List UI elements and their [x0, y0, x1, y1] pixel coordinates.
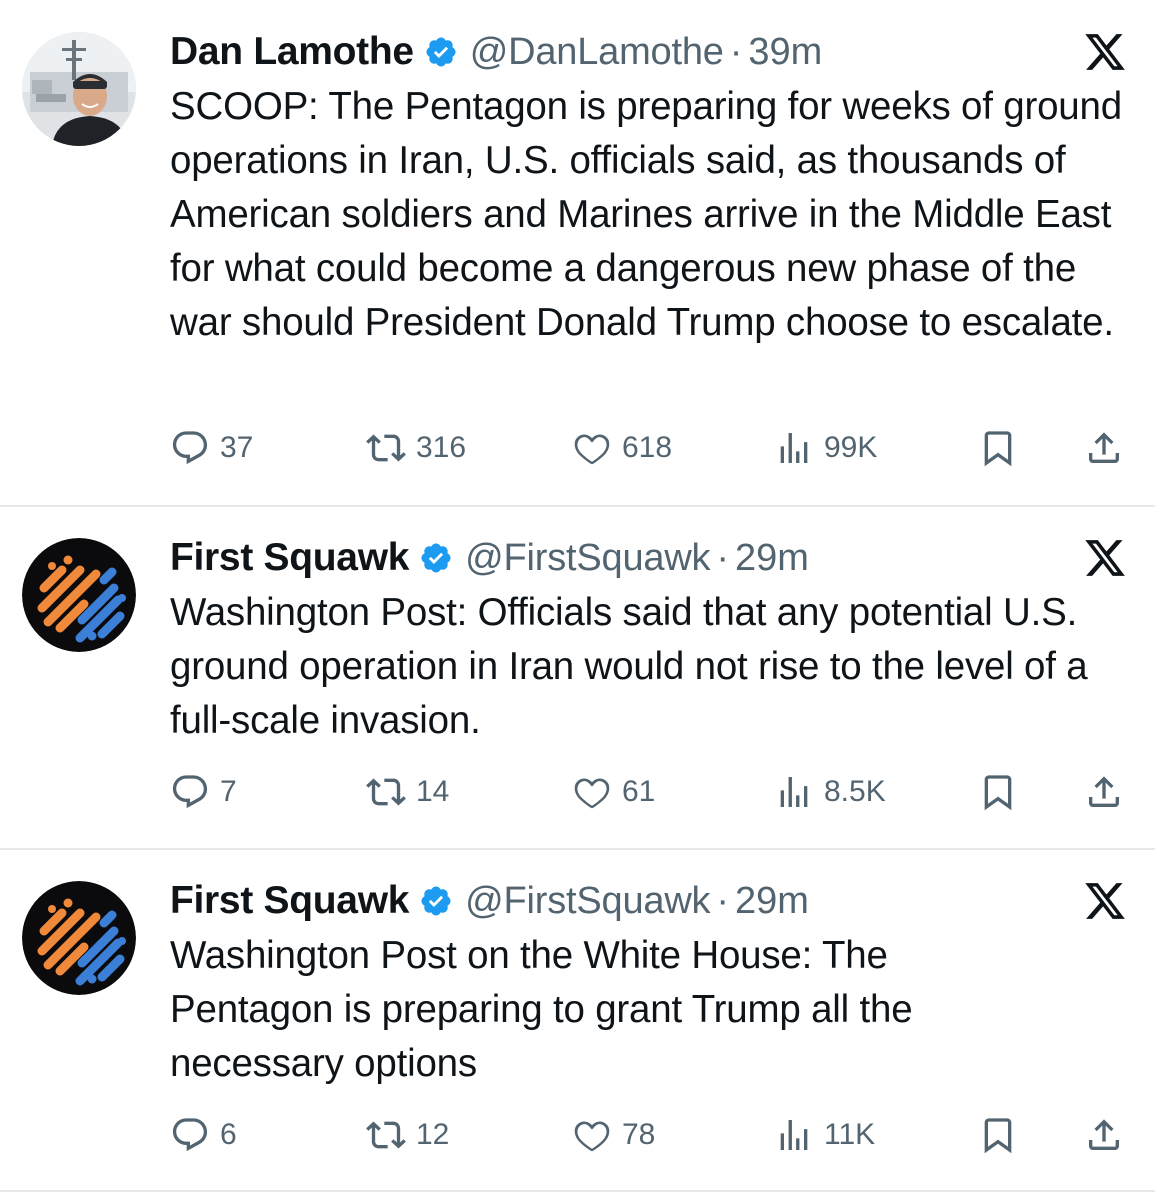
reply-icon	[172, 775, 208, 809]
share-icon	[1089, 1119, 1119, 1150]
bookmark-icon	[984, 775, 1012, 811]
reply-icon	[172, 1118, 208, 1152]
separator-dot: ·	[729, 30, 743, 73]
tweet-header: Dan Lamothe @DanLamothe · 39m	[170, 26, 822, 78]
tweet-text: SCOOP: The Pentagon is preparing for wee…	[170, 85, 1122, 344]
repost-count: 12	[416, 1118, 450, 1151]
display-name[interactable]: First Squawk	[170, 879, 409, 923]
like-button[interactable]: 618	[572, 428, 672, 468]
avatar[interactable]	[22, 881, 136, 995]
tweet-card[interactable]: First Squawk @FirstSquawk · 29m Washingt…	[0, 532, 1155, 822]
share-button[interactable]	[1084, 428, 1124, 468]
bookmark-button[interactable]	[978, 1115, 1018, 1155]
heart-icon	[574, 1121, 610, 1152]
reply-count: 7	[220, 775, 237, 808]
like-count: 61	[622, 775, 656, 808]
tweet-actions: 37 316 618 99K	[170, 428, 1130, 468]
divider	[0, 505, 1155, 507]
share-icon	[1089, 432, 1119, 463]
handle[interactable]: @FirstSquawk	[465, 537, 710, 580]
divider	[0, 1190, 1155, 1192]
timestamp[interactable]: 39m	[748, 31, 822, 74]
handle[interactable]: @FirstSquawk	[465, 880, 710, 923]
views-icon	[780, 777, 808, 807]
reply-button[interactable]: 7	[170, 772, 237, 812]
reply-button[interactable]: 6	[170, 1115, 237, 1155]
tweet-card[interactable]: Dan Lamothe @DanLamothe · 39m SCOOP: The…	[0, 26, 1155, 476]
repost-icon	[366, 434, 406, 462]
separator-dot: ·	[716, 879, 730, 922]
reply-icon	[172, 431, 208, 465]
x-logo-icon	[1085, 34, 1125, 70]
repost-button[interactable]: 12	[366, 1115, 449, 1155]
display-name[interactable]: Dan Lamothe	[170, 30, 414, 74]
repost-button[interactable]: 14	[366, 772, 449, 812]
views-icon	[780, 1120, 808, 1150]
repost-icon	[366, 1121, 406, 1149]
timestamp[interactable]: 29m	[735, 537, 809, 580]
bookmark-button[interactable]	[978, 428, 1018, 468]
timestamp[interactable]: 29m	[735, 880, 809, 923]
repost-button[interactable]: 316	[366, 428, 466, 468]
reply-count: 6	[220, 1118, 237, 1151]
views-button[interactable]: 99K	[774, 428, 877, 468]
tweet-header: First Squawk @FirstSquawk · 29m	[170, 875, 809, 927]
verified-badge-icon	[421, 543, 451, 573]
display-name[interactable]: First Squawk	[170, 536, 409, 580]
divider	[0, 848, 1155, 850]
views-count: 11K	[824, 1118, 876, 1151]
avatar[interactable]	[22, 32, 136, 146]
bookmark-icon	[984, 1118, 1012, 1154]
bookmark-button[interactable]	[978, 772, 1018, 812]
repost-icon	[366, 778, 406, 806]
verified-badge-icon	[421, 886, 451, 916]
like-button[interactable]: 78	[572, 1115, 655, 1155]
like-count: 618	[622, 431, 673, 464]
views-button[interactable]: 11K	[774, 1115, 875, 1155]
tweet-header: First Squawk @FirstSquawk · 29m	[170, 532, 809, 584]
separator-dot: ·	[716, 536, 730, 579]
tweet-text: Washington Post on the White House: The …	[170, 934, 913, 1085]
tweet-actions: 6 12 78 11K	[170, 1115, 1130, 1155]
share-icon	[1089, 776, 1119, 807]
x-logo-icon	[1085, 883, 1125, 919]
verified-badge-icon	[426, 37, 456, 67]
repost-count: 316	[416, 431, 467, 464]
share-button[interactable]	[1084, 1115, 1124, 1155]
bookmark-icon	[984, 431, 1012, 467]
views-count: 99K	[824, 431, 878, 464]
like-button[interactable]: 61	[572, 772, 655, 812]
share-button[interactable]	[1084, 772, 1124, 812]
repost-count: 14	[416, 775, 450, 808]
tweet-text: Washington Post: Officials said that any…	[170, 591, 1088, 742]
tweet-card[interactable]: First Squawk @FirstSquawk · 29m Washingt…	[0, 875, 1155, 1175]
views-button[interactable]: 8.5K	[774, 772, 886, 812]
like-count: 78	[622, 1118, 656, 1151]
views-icon	[780, 433, 808, 463]
x-logo-icon	[1085, 540, 1125, 576]
reply-count: 37	[220, 431, 254, 464]
heart-icon	[574, 434, 610, 465]
reply-button[interactable]: 37	[170, 428, 253, 468]
tweet-actions: 7 14 61 8.5K	[170, 772, 1130, 812]
handle[interactable]: @DanLamothe	[470, 31, 724, 74]
views-count: 8.5K	[824, 775, 886, 808]
avatar[interactable]	[22, 538, 136, 652]
heart-icon	[574, 778, 610, 809]
